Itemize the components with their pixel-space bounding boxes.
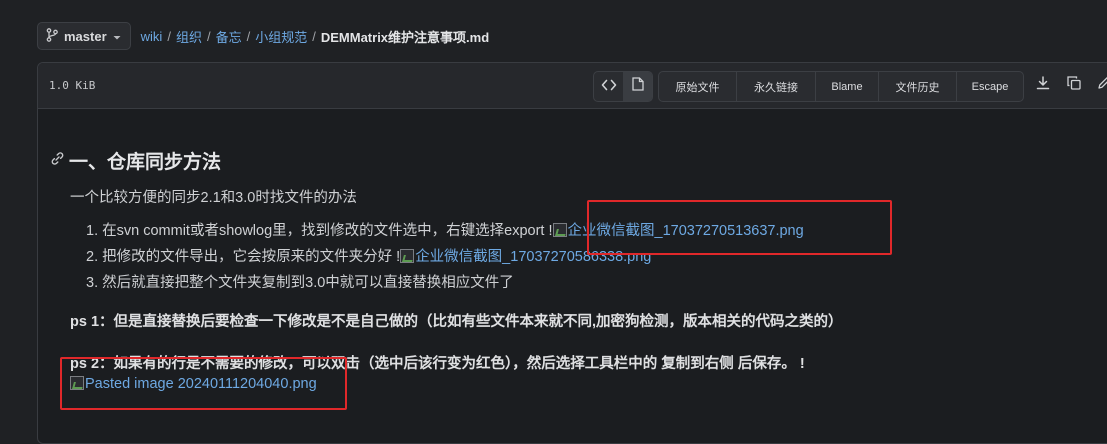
branch-selector[interactable]: master [37, 22, 131, 50]
list-text: 在svn commit或者showlog里，找到修改的文件选中，右键选择expo… [102, 223, 553, 239]
list-text: 然后就直接把整个文件夹复制到3.0中就可以直接替换相应文件了 [102, 275, 514, 291]
code-view-button[interactable] [594, 72, 623, 101]
caret-down-icon [113, 29, 121, 44]
breadcrumb-link-wiki[interactable]: wiki [141, 29, 163, 44]
broken-image-icon [552, 223, 567, 237]
breadcrumb-separator: / [312, 28, 316, 44]
top-navigation: master wiki / 组织 / 备忘 / 小组规范 / DEMMatrix… [37, 21, 489, 51]
download-button[interactable] [1034, 75, 1052, 95]
code-icon [601, 78, 617, 96]
breadcrumb-separator: / [167, 28, 171, 44]
section-heading: 一、仓库同步方法 [50, 147, 221, 174]
escape-button[interactable]: Escape [956, 72, 1023, 101]
file-header: 1.0 KiB 原始文件 永久链接 Blame 文件历史 Escape [38, 63, 1107, 109]
permalink-button[interactable]: 永久链接 [736, 72, 815, 101]
breadcrumb-separator: / [206, 28, 211, 44]
copy-button[interactable] [1065, 75, 1083, 95]
file-action-group: 原始文件 永久链接 Blame 文件历史 Escape [658, 71, 1024, 102]
edit-button[interactable] [1095, 76, 1107, 94]
view-toggle [593, 71, 653, 102]
breadcrumb-link-org[interactable]: 组织 [176, 27, 202, 46]
list-number: 1. [86, 223, 99, 239]
file-icon [631, 77, 644, 96]
anchor-link-icon[interactable] [50, 150, 65, 172]
file-history-button[interactable]: 文件历史 [878, 72, 956, 101]
intro-paragraph: 一个比较方便的同步2.1和3.0时找文件的办法 [70, 190, 357, 206]
file-size: 1.0 KiB [49, 79, 96, 92]
pencil-icon [1097, 76, 1107, 95]
branch-icon [46, 27, 58, 45]
heading-text: 一、仓库同步方法 [69, 152, 222, 173]
breadcrumb-current-file: DEMMatrix维护注意事项.md [320, 29, 490, 45]
list-item: 3. 然后就直接把整个文件夹复制到3.0中就可以直接替换相应文件了 [86, 271, 514, 292]
list-item: 2. 把修改的文件导出，它会按原来的文件夹分好 ! 企业微信截图_17037270… [86, 245, 651, 266]
list-text: 把修改的文件导出，它会按原来的文件夹分好 ! [102, 249, 401, 265]
breadcrumb: wiki / 组织 / 备忘 / 小组规范 / DEMMatrix维护注意事项.… [141, 27, 490, 46]
raw-file-button[interactable]: 原始文件 [659, 72, 736, 101]
breadcrumb-link-team-rules[interactable]: 小组规范 [255, 27, 307, 46]
highlight-box [60, 357, 347, 410]
blame-button[interactable]: Blame [815, 72, 878, 101]
breadcrumb-link-memo[interactable]: 备忘 [216, 27, 242, 46]
list-number: 2. [86, 249, 99, 265]
list-number: 3. [86, 275, 99, 291]
breadcrumb-separator: / [246, 28, 251, 44]
highlight-box [587, 200, 892, 255]
ps1-paragraph: ps 1：但是直接替换后要检查一下修改是不是自己做的（比如有些文件本来就不同,加… [70, 314, 843, 330]
copy-icon [1067, 75, 1081, 95]
broken-image-icon [400, 249, 415, 263]
download-icon [1036, 75, 1050, 95]
branch-name: master [64, 28, 107, 44]
preview-view-button[interactable] [623, 72, 652, 101]
